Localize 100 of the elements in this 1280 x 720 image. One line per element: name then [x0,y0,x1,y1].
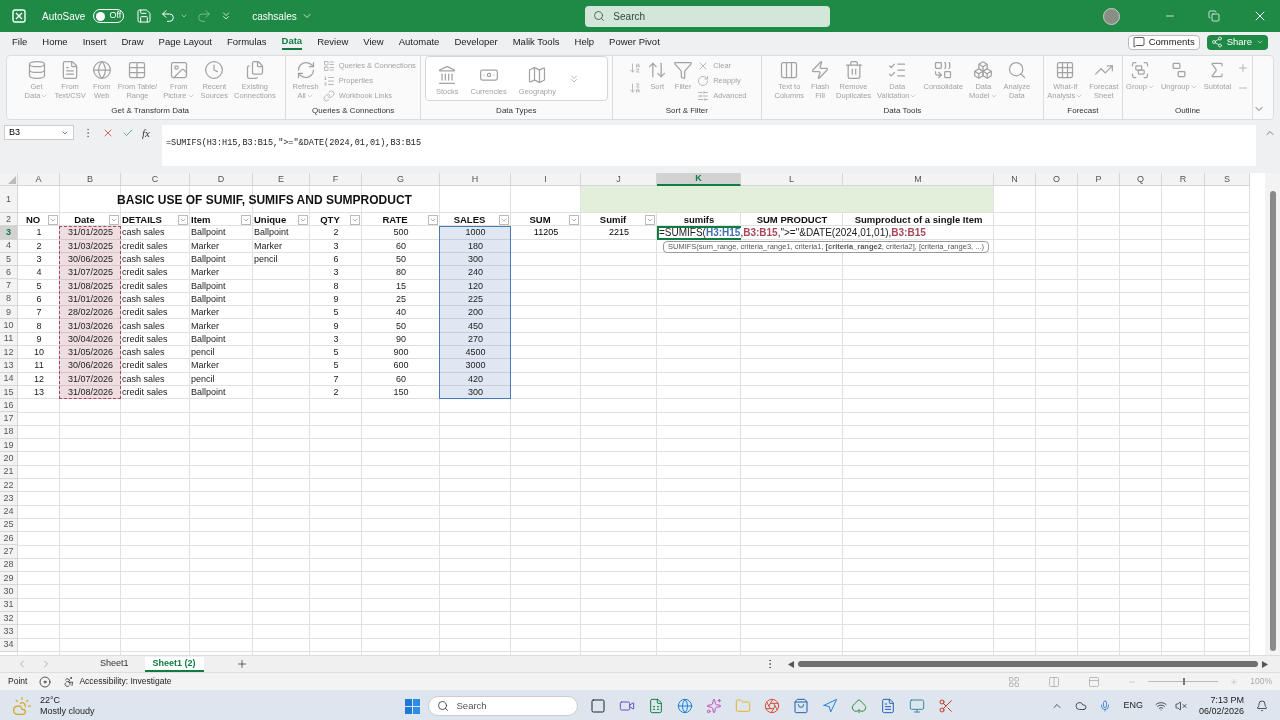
normal-view-icon [1008,675,1021,688]
taskbar-app[interactable] [705,698,722,714]
menu-tab[interactable]: Formulas [226,34,267,50]
sheet-tab[interactable]: Sheet1 [92,656,137,672]
app-logo-icon[interactable] [12,9,26,23]
taskbar-app[interactable] [763,698,780,714]
select-all-button[interactable] [0,173,18,186]
formula-field[interactable]: =SUMIFS(H3:H15,B3:B15,">="&DATE(2024,01,01),B3:B15 [161,125,1256,166]
taskbar-app[interactable] [937,698,954,714]
row-number[interactable]: 2 [0,213,18,227]
row-number[interactable]: 1 [0,186,18,213]
row-number[interactable]: 29 [0,572,18,586]
row-number[interactable]: 23 [0,492,18,506]
taskbar-app[interactable] [821,698,838,714]
filter-button[interactable] [499,214,509,225]
menu-tab[interactable]: Automate [398,34,440,50]
clock-date[interactable]: 06/02/2026 [1198,706,1244,717]
column-header[interactable]: B [60,173,121,186]
column-header[interactable]: J [581,173,657,186]
filter-button[interactable] [241,214,251,225]
column-header[interactable]: Q [1120,173,1162,186]
taskbar-app[interactable] [676,698,693,714]
row-number[interactable]: 26 [0,532,18,546]
taskbar-app[interactable] [589,698,606,714]
taskbar-app[interactable] [792,698,809,714]
menu-tab[interactable]: Page Layout [158,34,212,50]
menu-tab[interactable]: Malik Tools [512,34,560,50]
filter-button[interactable] [48,214,58,225]
column-header[interactable]: D [190,173,253,186]
filter-button[interactable] [178,214,188,225]
share-button[interactable]: Share [1206,34,1268,50]
row-number[interactable]: 19 [0,439,18,453]
file-name-button[interactable]: cashsales [252,8,313,24]
row-number[interactable]: 16 [0,399,18,413]
taskbar-app[interactable] [908,698,925,714]
vertical-scrollbar[interactable] [1265,173,1280,655]
column-header[interactable]: E [253,173,310,186]
group-title: Get & Transform Data [110,105,191,117]
taskbar-app[interactable] [879,698,896,714]
menu-tab[interactable]: File [12,34,28,50]
scroll-right-icon[interactable] [1262,660,1268,668]
row-number[interactable]: 17 [0,412,18,426]
filter-button[interactable] [109,214,119,225]
accessibility-button[interactable]: Accessibility: Investigate [63,675,172,688]
row-number[interactable]: 13 [0,359,18,373]
taskbar-app[interactable] [850,698,867,714]
row-number[interactable]: 20 [0,452,18,466]
add-sheet-button[interactable] [235,658,248,670]
column-header[interactable]: A [18,173,60,186]
menu-tab[interactable]: Review [317,34,349,50]
row-number[interactable]: 10 [0,319,18,333]
column-header[interactable]: N [994,173,1036,186]
menu-tab[interactable]: Home [42,34,68,50]
column-header[interactable]: I [511,173,581,186]
language-indicator[interactable]: ENG [1123,699,1143,713]
menu-tab[interactable]: Help [574,34,595,50]
column-header[interactable]: C [121,173,190,186]
menu-tab[interactable]: Power Pivot [609,34,660,50]
column-header[interactable]: R [1162,173,1205,186]
filter-button[interactable] [645,214,655,225]
column-header[interactable]: S [1205,173,1250,186]
function-button[interactable]: fx [142,125,150,142]
filter-button[interactable] [428,214,438,225]
search-field[interactable]: Search [585,5,831,27]
filter-button[interactable] [569,214,579,225]
row-number[interactable]: 7 [0,279,18,293]
column-header[interactable]: G [362,173,440,186]
start-icon[interactable] [404,698,420,714]
filter-button[interactable] [350,214,360,225]
column-header[interactable]: P [1078,173,1120,186]
row-number[interactable]: 27 [0,545,18,559]
horizontal-scrollbar[interactable] [788,660,1268,668]
column-header[interactable]: F [310,173,362,186]
menu-tab[interactable]: View [363,34,384,50]
row-number[interactable]: 6 [0,266,18,280]
taskbar-app[interactable] [618,698,635,714]
taskbar-app[interactable] [647,698,664,714]
zoom-thumb[interactable] [1183,678,1186,685]
menu-tab[interactable]: Data [281,34,303,50]
plus-icon [1237,62,1250,74]
clock-time[interactable]: 7:13 PM [1210,695,1244,706]
row-number[interactable]: 30 [0,585,18,599]
name-box[interactable]: B3 [4,125,74,140]
column-header[interactable]: M [843,173,994,186]
column-header[interactable]: H [440,173,511,186]
menu-tab[interactable]: Developer [454,34,498,50]
menu-tab[interactable]: Draw [121,34,144,50]
row-number[interactable]: 3 [0,226,18,240]
comments-button[interactable]: Comments [1127,34,1200,50]
sheet-tab[interactable]: Sheet1 (2) [144,656,204,672]
row-number[interactable]: 9 [0,306,18,320]
menu-tab[interactable]: Insert [82,34,107,50]
column-header[interactable]: L [741,173,843,186]
column-header[interactable]: O [1036,173,1078,186]
scroll-left-icon[interactable] [788,660,794,668]
avatar[interactable] [1103,7,1120,25]
taskbar-search[interactable]: Search [427,696,578,716]
row-number[interactable]: 33 [0,625,18,639]
table-cell: 11 [34,361,44,371]
filter-button[interactable] [298,214,308,225]
